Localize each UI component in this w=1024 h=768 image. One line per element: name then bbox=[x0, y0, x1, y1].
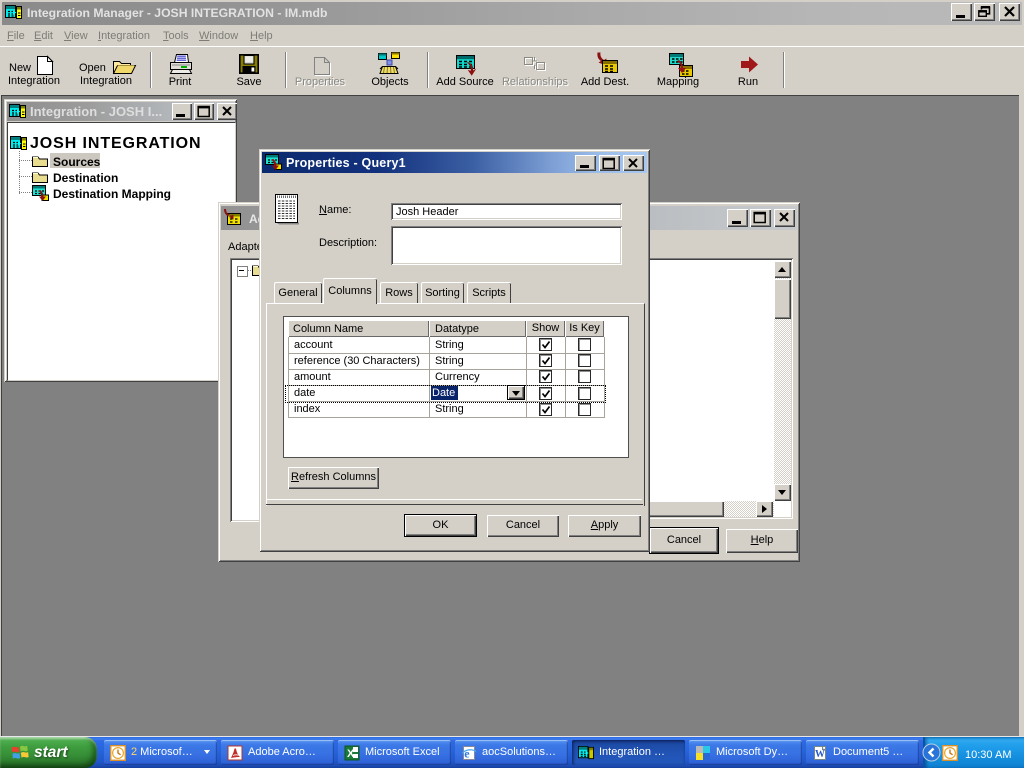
svg-text:W: W bbox=[815, 749, 825, 760]
svg-text:X: X bbox=[347, 748, 355, 760]
svg-text:e: e bbox=[464, 747, 470, 761]
